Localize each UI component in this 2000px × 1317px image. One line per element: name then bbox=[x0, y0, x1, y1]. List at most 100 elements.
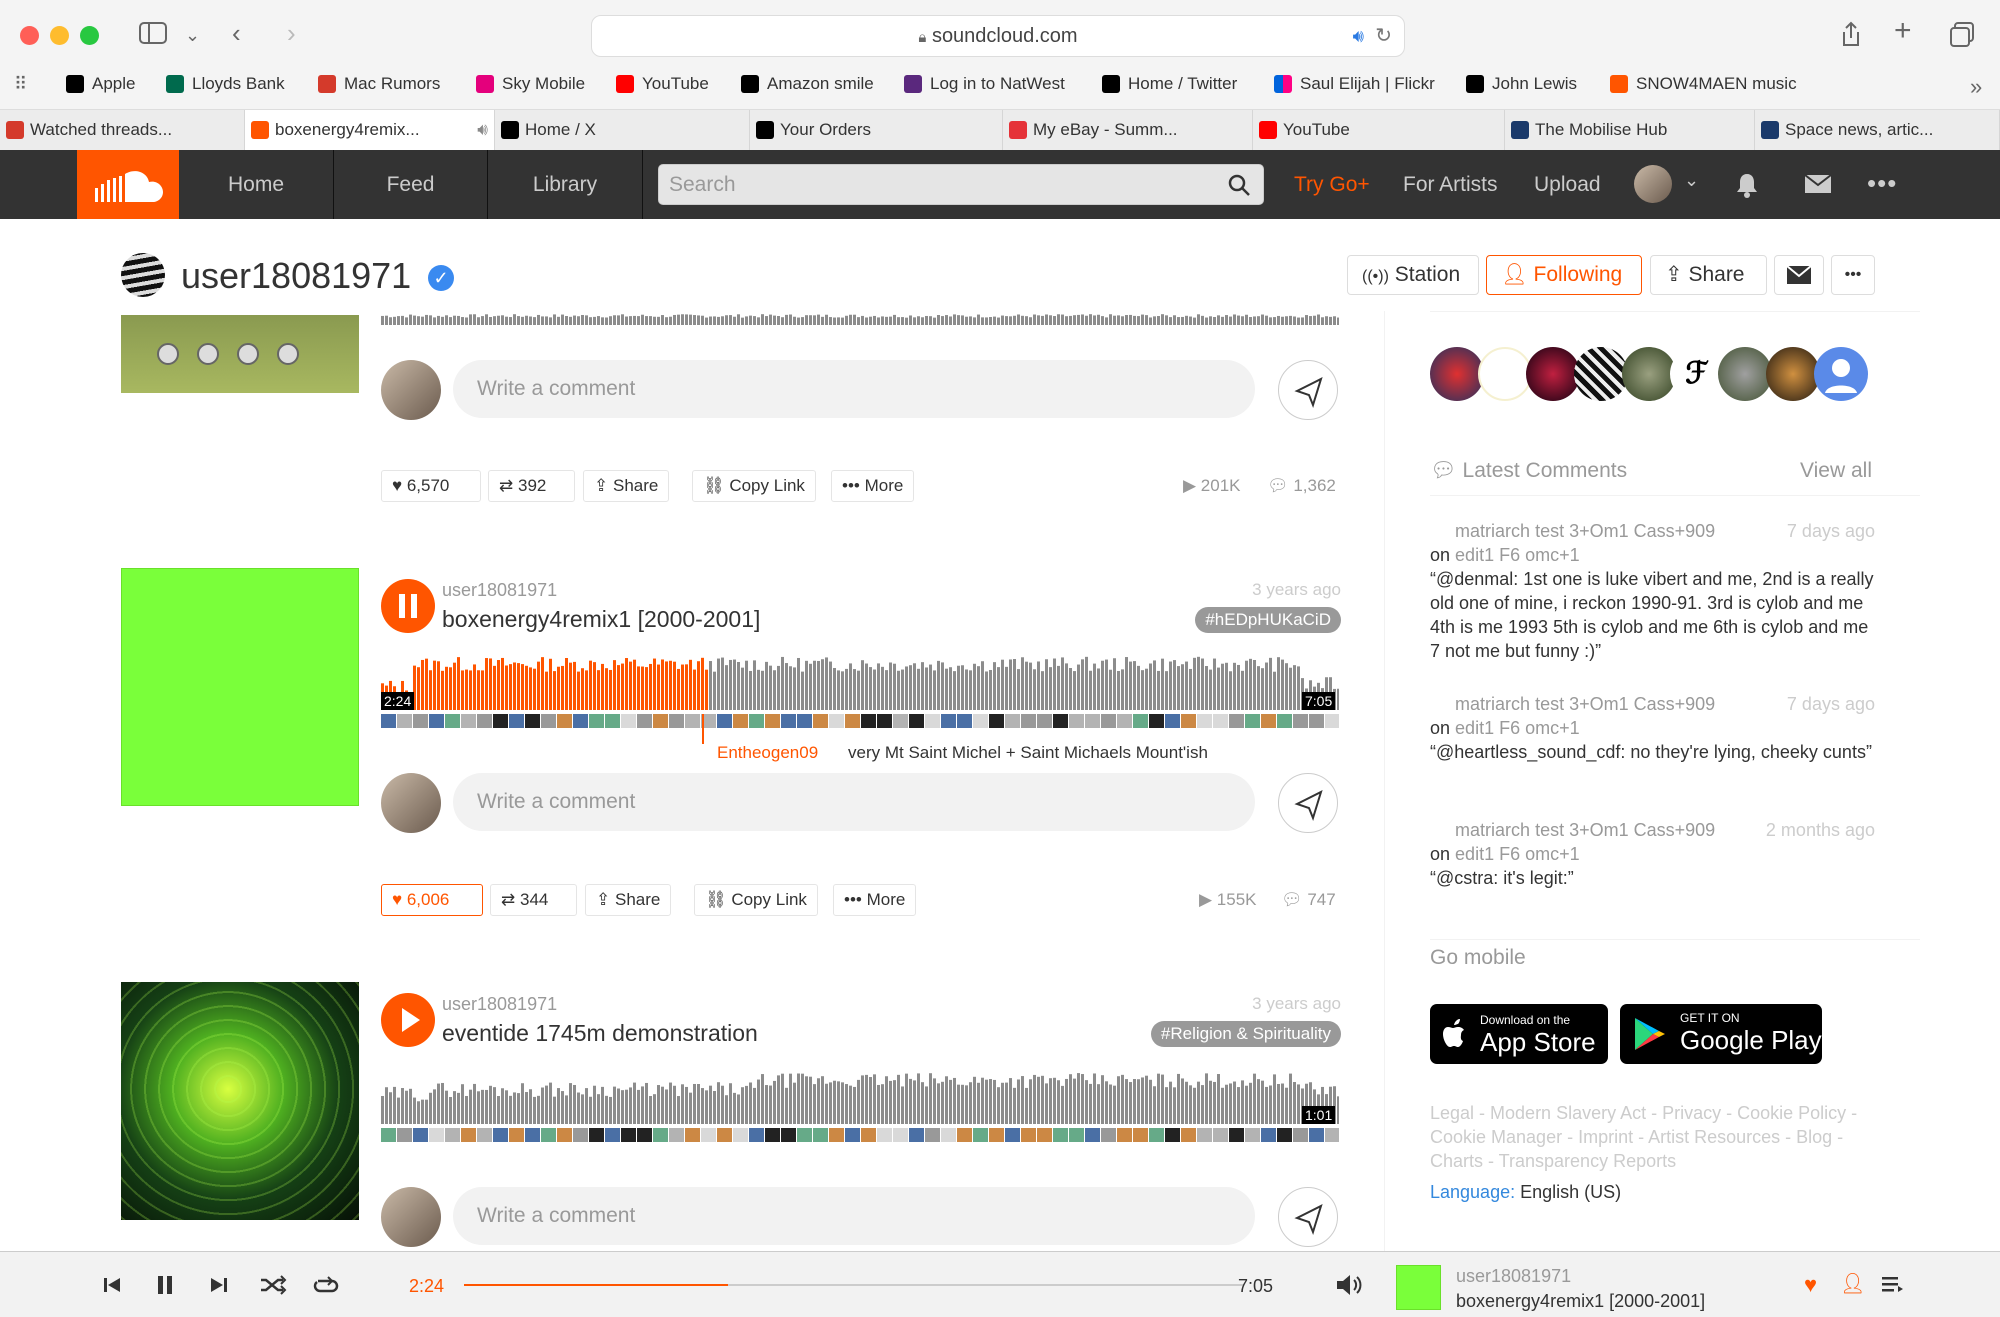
send-comment-button[interactable] bbox=[1278, 773, 1338, 833]
bookmark-macrumors[interactable]: Mac Rumors bbox=[318, 74, 440, 94]
comment-track-link[interactable]: matriarch test 3+Om1 Cass+909 edit1 F6 o… bbox=[1455, 692, 1755, 740]
back-button[interactable]: ‹ bbox=[232, 18, 241, 48]
like-heart-icon[interactable]: ♥ bbox=[1804, 1272, 1817, 1298]
pause-icon[interactable] bbox=[154, 1270, 176, 1300]
follower-avatar[interactable] bbox=[1430, 347, 1484, 401]
repost-button[interactable]: ⇄ 344 bbox=[490, 884, 577, 916]
grid-icon[interactable]: ⠿ bbox=[14, 74, 27, 95]
tab-watched-threads[interactable]: Watched threads... bbox=[0, 110, 245, 151]
soundcloud-logo[interactable] bbox=[77, 150, 179, 219]
sidebar-toggle-icon[interactable] bbox=[138, 20, 168, 46]
tab-your-orders[interactable]: Your Orders bbox=[750, 110, 1003, 151]
like-button[interactable]: ♥ 6,006 bbox=[381, 884, 483, 916]
zoom-window-button[interactable] bbox=[80, 26, 99, 45]
waveform[interactable] bbox=[381, 1064, 1339, 1124]
repost-button[interactable]: ⇄ 392 bbox=[488, 470, 575, 502]
forward-button[interactable]: › bbox=[287, 18, 296, 48]
tab-boxenergy-active[interactable]: boxenergy4remix... 🔊︎ bbox=[245, 110, 495, 151]
copy-link-button[interactable]: ⛓ Copy Link bbox=[694, 884, 818, 916]
more-button[interactable]: ••• More bbox=[831, 470, 915, 502]
follower-avatar[interactable] bbox=[1478, 347, 1532, 401]
tab-overview-icon[interactable] bbox=[1948, 20, 1976, 48]
track-tag[interactable]: #hEDpHUKaCiD bbox=[1195, 607, 1341, 633]
footer-links-text[interactable]: Legal - Modern Slavery Act - Privacy - C… bbox=[1430, 1103, 1857, 1171]
waveform-comments-strip[interactable] bbox=[381, 714, 1339, 728]
send-comment-button[interactable] bbox=[1278, 1187, 1338, 1247]
share-icon[interactable] bbox=[1838, 20, 1864, 48]
profile-avatar[interactable] bbox=[121, 253, 165, 297]
bookmark-apple[interactable]: Apple bbox=[66, 74, 135, 94]
comment-input[interactable]: Write a comment bbox=[453, 773, 1255, 831]
now-playing-artwork[interactable] bbox=[1396, 1265, 1441, 1310]
track-artwork[interactable] bbox=[121, 568, 359, 806]
progress-track[interactable] bbox=[464, 1284, 1244, 1286]
follow-user-icon[interactable]: 👤︎ bbox=[1840, 1271, 1865, 1296]
bookmark-snow4maen[interactable]: SNOW4MAEN music bbox=[1610, 74, 1797, 94]
waveform[interactable] bbox=[381, 650, 1339, 710]
share-button[interactable]: ⇪ Share bbox=[585, 884, 672, 916]
google-play-button[interactable]: GET IT ON Google Play bbox=[1620, 1004, 1822, 1064]
nav-library[interactable]: Library bbox=[488, 150, 643, 219]
follower-avatar[interactable] bbox=[1526, 347, 1580, 401]
track-artwork[interactable] bbox=[121, 982, 359, 1220]
view-all-link[interactable]: View all bbox=[1800, 459, 1872, 483]
tab-my-ebay[interactable]: My eBay - Summ... bbox=[1003, 110, 1253, 151]
more-options-icon[interactable]: ••• bbox=[1867, 168, 1897, 199]
language-selector[interactable]: Language: English (US) bbox=[1430, 1182, 1621, 1203]
waveform-comment-user[interactable]: Entheogen09 bbox=[717, 743, 818, 763]
next-track-icon[interactable] bbox=[208, 1270, 230, 1300]
follower-avatar[interactable] bbox=[1718, 347, 1772, 401]
messages-envelope-icon[interactable] bbox=[1804, 174, 1832, 194]
station-button[interactable]: ((•)) Station bbox=[1347, 255, 1479, 295]
tab-mobilise-hub[interactable]: The Mobilise Hub bbox=[1505, 110, 1755, 151]
following-button[interactable]: 👤︎ Following bbox=[1486, 255, 1642, 295]
play-button[interactable] bbox=[381, 993, 435, 1047]
waveform-comments-strip[interactable] bbox=[381, 1128, 1339, 1142]
search-input[interactable]: Search bbox=[658, 164, 1264, 205]
chevron-down-icon[interactable]: ⌄ bbox=[1684, 170, 1699, 191]
follower-avatar[interactable] bbox=[1766, 347, 1820, 401]
new-tab-icon[interactable]: + bbox=[1894, 16, 1912, 46]
comment-track-link[interactable]: matriarch test 3+Om1 Cass+909 edit1 F6 o… bbox=[1455, 519, 1755, 567]
nav-home[interactable]: Home bbox=[179, 150, 334, 219]
bookmark-john-lewis[interactable]: John Lewis bbox=[1466, 74, 1577, 94]
follower-avatar[interactable] bbox=[1574, 347, 1628, 401]
nav-feed[interactable]: Feed bbox=[334, 150, 488, 219]
message-button[interactable] bbox=[1774, 255, 1824, 295]
upload-link[interactable]: Upload bbox=[1534, 150, 1601, 219]
user-avatar[interactable] bbox=[1634, 165, 1672, 203]
more-bookmarks-icon[interactable]: » bbox=[1970, 74, 1982, 100]
footer-links[interactable]: Legal - Modern Slavery Act - Privacy - C… bbox=[1430, 1101, 1890, 1173]
profile-username[interactable]: user18081971 bbox=[181, 255, 411, 297]
share-button[interactable]: ⇪ Share bbox=[1650, 255, 1767, 295]
previous-track-icon[interactable] bbox=[101, 1270, 123, 1300]
bookmark-sky-mobile[interactable]: Sky Mobile bbox=[476, 74, 585, 94]
tab-space-news[interactable]: Space news, artic... bbox=[1755, 110, 2000, 151]
search-icon[interactable] bbox=[1227, 173, 1251, 197]
follower-avatar[interactable]: ℱ bbox=[1670, 347, 1724, 401]
bookmark-natwest[interactable]: Log in to NatWest bbox=[904, 74, 1065, 94]
shuffle-icon[interactable] bbox=[258, 1270, 288, 1300]
minimize-window-button[interactable] bbox=[50, 26, 69, 45]
for-artists-link[interactable]: For Artists bbox=[1403, 150, 1498, 219]
track-artwork[interactable] bbox=[121, 315, 359, 393]
reload-icon[interactable]: ↻ bbox=[1375, 16, 1392, 56]
share-button[interactable]: ⇪ Share bbox=[583, 470, 670, 502]
repeat-icon[interactable] bbox=[311, 1270, 341, 1300]
pause-button[interactable] bbox=[381, 579, 435, 633]
comment-input[interactable]: Write a comment bbox=[453, 360, 1255, 418]
more-button[interactable]: ••• More bbox=[833, 884, 917, 916]
bookmark-twitter[interactable]: Home / Twitter bbox=[1102, 74, 1237, 94]
app-store-button[interactable]: Download on the App Store bbox=[1430, 1004, 1608, 1064]
waveform-partial[interactable] bbox=[381, 311, 1339, 325]
more-options-button[interactable]: ••• bbox=[1831, 255, 1875, 295]
track-title[interactable]: eventide 1745m demonstration bbox=[442, 1020, 758, 1047]
follower-avatar-default[interactable] bbox=[1814, 347, 1868, 401]
tab-youtube[interactable]: YouTube bbox=[1253, 110, 1505, 151]
track-uploader[interactable]: user18081971 bbox=[442, 580, 557, 601]
comment-input[interactable]: Write a comment bbox=[453, 1187, 1255, 1245]
volume-icon[interactable] bbox=[1334, 1270, 1364, 1300]
queue-icon[interactable] bbox=[1880, 1272, 1904, 1296]
notifications-bell-icon[interactable] bbox=[1735, 172, 1759, 198]
like-button[interactable]: ♥ 6,570 bbox=[381, 470, 481, 502]
